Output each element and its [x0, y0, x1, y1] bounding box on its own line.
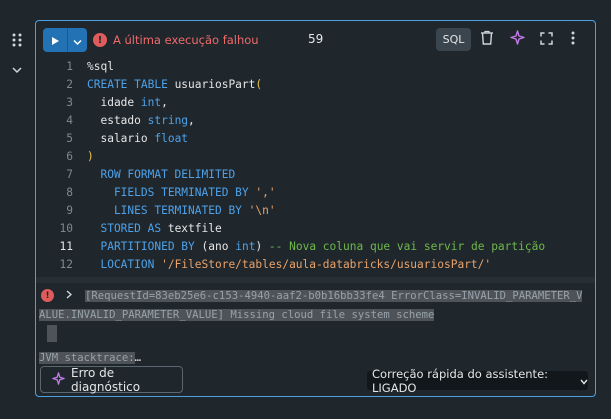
assistant-quickfix-toggle[interactable]: Correção rápida do assistente: LIGADO [367, 367, 588, 395]
code-token: ( [255, 78, 263, 91]
code-token: , [188, 114, 195, 127]
code-line[interactable]: 6) [36, 148, 595, 166]
trash-icon [480, 30, 494, 49]
more-options-button[interactable] [564, 30, 582, 48]
line-number: 2 [66, 78, 73, 91]
code-text: salario float [87, 130, 188, 148]
status-text: A última execução falhou [113, 33, 259, 47]
code-token: LOCATION [87, 258, 162, 271]
expand-cell-button[interactable] [537, 30, 555, 48]
code-token: CREATE TABLE [87, 78, 175, 91]
line-number: 10 [59, 222, 73, 235]
line-number: 6 [66, 150, 73, 163]
code-editor[interactable]: 1 %sql 2 CREATE TABLE usuariosPart(3 idade … [36, 58, 595, 274]
error-message-line-1: [RequestId=83eb25e6-c153-4940-aaf2-b0b16… [85, 290, 583, 302]
stacktrace-label: JVM stacktrace: [39, 352, 135, 364]
code-text: estado string, [87, 112, 195, 130]
code-token: '\n' [248, 204, 276, 217]
horizontal-scrollbar[interactable] [36, 277, 595, 283]
run-cell-button[interactable] [43, 28, 67, 52]
error-icon: ! [93, 33, 107, 47]
code-token: float [154, 132, 189, 145]
code-token: , [161, 96, 168, 109]
line-number: 5 [66, 132, 73, 145]
code-token: int [235, 240, 256, 253]
code-token: STORED AS [87, 222, 168, 235]
code-text: ROW FORMAT DELIMITED [87, 166, 235, 184]
chevron-down-icon [580, 374, 588, 388]
line-number: 11 [59, 240, 73, 253]
line-number: 3 [66, 96, 73, 109]
code-line[interactable]: 11 PARTITIONED BY (ano int) -- Nova colu… [36, 238, 595, 256]
code-token: ) [87, 150, 94, 163]
execution-counter: 59 [308, 32, 324, 46]
more-vertical-icon [571, 30, 575, 49]
code-text: FIELDS TERMINATED BY ',' [87, 184, 276, 202]
stacktrace-expand-link[interactable]: … [135, 352, 141, 364]
code-line[interactable]: 10 STORED AS textfile [36, 220, 595, 238]
code-token: idade [87, 96, 141, 109]
code-token: salario [87, 132, 155, 145]
code-line[interactable]: 2 CREATE TABLE usuariosPart( [36, 76, 595, 94]
code-text: %sql [87, 58, 114, 76]
run-options-dropdown[interactable] [68, 28, 87, 52]
blank-line-marker [47, 325, 57, 342]
language-selector-button[interactable]: SQL [436, 28, 471, 51]
code-line[interactable]: 4 estado string, [36, 112, 595, 130]
code-text: CREATE TABLE usuariosPart( [87, 76, 262, 94]
code-text: STORED AS textfile [87, 220, 222, 238]
code-text: LINES TERMINATED BY '\n' [87, 202, 276, 220]
assistant-quickfix-label: Correção rápida do assistente: LIGADO [372, 366, 549, 395]
sparkle-icon [509, 29, 525, 49]
run-button-group [43, 28, 87, 52]
line-number: 7 [66, 168, 73, 181]
assistant-button[interactable] [508, 29, 526, 49]
expand-icon [539, 30, 553, 49]
code-token: -- Nova coluna que vai servir de partiçã… [268, 240, 546, 253]
code-text: LOCATION '/FileStore/tables/aula-databri… [87, 256, 491, 274]
code-text: ) [87, 148, 94, 166]
code-token: ',' [255, 186, 276, 199]
code-token: textfile [167, 222, 222, 235]
code-line[interactable]: 5 salario float [36, 130, 595, 148]
diagnose-error-button[interactable]: Erro de diagnóstico [40, 365, 183, 394]
delete-cell-button[interactable] [478, 30, 496, 48]
code-line[interactable]: 1 %sql [36, 58, 595, 76]
execution-status[interactable]: ! A última execução falhou [93, 31, 259, 49]
code-token: ano [208, 240, 236, 253]
line-number: 4 [66, 114, 73, 127]
code-token: string [147, 114, 189, 127]
play-icon [50, 31, 60, 50]
code-line[interactable]: 9 LINES TERMINATED BY '\n' [36, 202, 595, 220]
code-line[interactable]: 7 ROW FORMAT DELIMITED [36, 166, 595, 184]
code-token: PARTITIONED BY [87, 240, 202, 253]
error-message-line-2: ALUE.INVALID_PARAMETER_VALUE] Missing cl… [39, 309, 435, 321]
chevron-down-icon [73, 31, 82, 50]
drag-handle-icon[interactable] [12, 33, 22, 47]
sparkle-icon [52, 371, 65, 388]
diagnose-error-label: Erro de diagnóstico [71, 365, 141, 394]
code-text: idade int, [87, 94, 168, 112]
code-line[interactable]: 3 idade int, [36, 94, 595, 112]
code-token: ) [255, 240, 269, 253]
code-token: ROW FORMAT DELIMITED [87, 168, 236, 181]
code-token: int [140, 96, 162, 109]
notebook-cell[interactable]: ! A última execução falhou 59 SQL 1 %sql… [35, 20, 596, 397]
code-token: LINES TERMINATED BY [87, 204, 249, 217]
code-text: PARTITIONED BY (ano int) -- Nova coluna … [87, 238, 545, 256]
line-number: 12 [59, 258, 73, 271]
code-token: '/FileStore/tables/aula-databricks/usuar… [161, 258, 492, 271]
line-number: 1 [66, 60, 73, 73]
code-token: FIELDS TERMINATED BY [87, 186, 256, 199]
code-token: estado [87, 114, 148, 127]
code-line[interactable]: 12 LOCATION '/FileStore/tables/aula-data… [36, 256, 595, 274]
code-token: %sql [87, 60, 114, 73]
code-line[interactable]: 8 FIELDS TERMINATED BY ',' [36, 184, 595, 202]
code-token: usuariosPart [174, 78, 256, 91]
collapse-chevron-icon[interactable] [11, 60, 23, 74]
line-number: 9 [66, 204, 73, 217]
line-number: 8 [66, 186, 73, 199]
error-output: [RequestId=83eb25e6-c153-4940-aaf2-b0b16… [39, 287, 594, 368]
